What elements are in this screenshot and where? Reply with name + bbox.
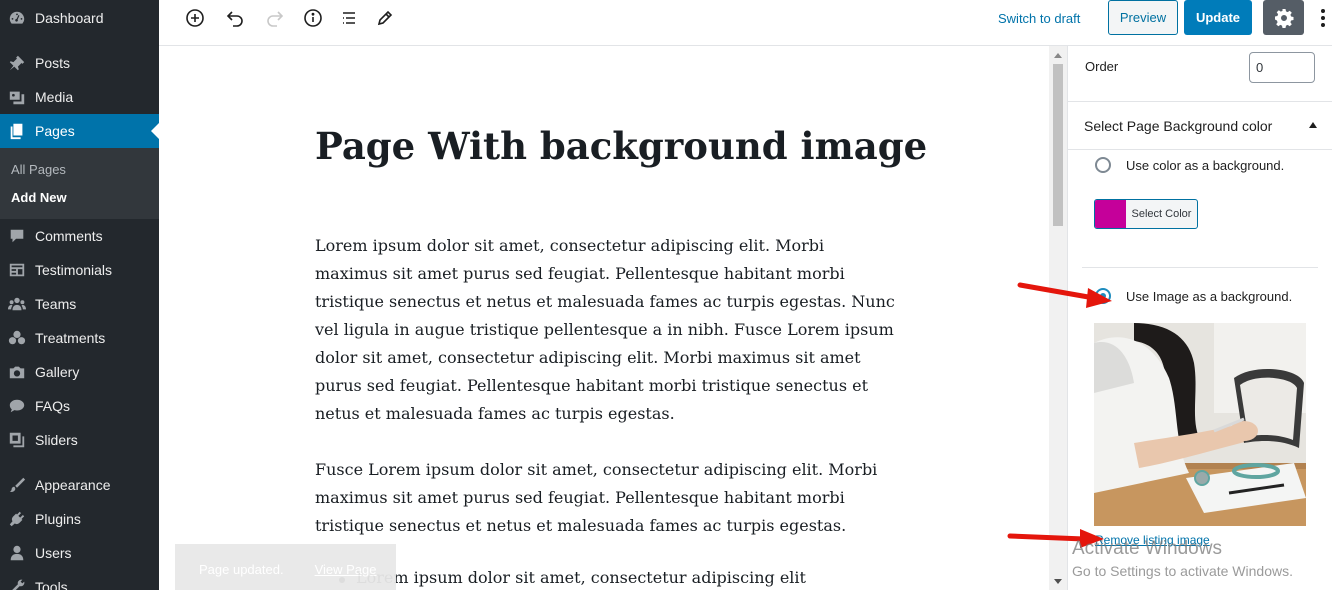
use-color-label: Use color as a background.	[1126, 158, 1285, 173]
editor-canvas: Page With background image Lorem ipsum d…	[159, 46, 1049, 590]
wrench-icon	[8, 578, 26, 590]
camera-icon	[8, 363, 26, 381]
sidebar-item-label: Media	[35, 89, 74, 105]
user-icon	[8, 544, 26, 562]
settings-gear-button[interactable]	[1263, 0, 1304, 35]
group-icon	[8, 295, 26, 313]
select-color-button[interactable]: Select Color	[1094, 199, 1198, 229]
select-color-label: Select Color	[1131, 208, 1192, 220]
list-view-icon[interactable]	[334, 6, 364, 30]
editor-scrollbar[interactable]	[1049, 46, 1067, 590]
sidebar-item-teams[interactable]: Teams	[0, 287, 159, 321]
caret-up-icon	[1309, 122, 1317, 128]
sidebar-item-label: Gallery	[35, 364, 80, 380]
snackbar-text: Page updated.	[199, 561, 284, 577]
add-block-icon[interactable]	[180, 6, 210, 30]
testimonial-icon	[8, 261, 26, 279]
sidebar-item-label: Comments	[35, 228, 103, 244]
annotation-arrow-icon	[1007, 529, 1104, 548]
gear-icon	[1274, 8, 1293, 28]
sidebar-item-faqs[interactable]: FAQs	[0, 389, 159, 423]
sidebar-item-media[interactable]: Media	[0, 80, 159, 114]
paragraph-block[interactable]: Fusce Lorem ipsum dolor sit amet, consec…	[315, 456, 895, 540]
dashboard-icon	[8, 9, 26, 27]
slides-icon	[8, 431, 26, 449]
sidebar-item-label: Sliders	[35, 432, 78, 448]
info-icon[interactable]	[298, 6, 328, 30]
redo-icon[interactable]	[260, 6, 290, 30]
list-item[interactable]: Lorem ipsum dolor sit amet, consectetur …	[356, 568, 806, 587]
divider	[1082, 267, 1318, 268]
treatment-icon	[8, 329, 26, 347]
scroll-up-arrow-icon[interactable]	[1054, 53, 1062, 58]
sidebar-item-label: Pages	[35, 123, 75, 139]
order-label: Order	[1085, 59, 1119, 74]
background-image-preview[interactable]	[1094, 323, 1306, 526]
view-page-link[interactable]: View Page	[315, 562, 377, 577]
sidebar-item-pages[interactable]: Pages	[0, 114, 159, 148]
color-swatch	[1095, 200, 1126, 228]
sidebar-item-users[interactable]: Users	[0, 536, 159, 570]
snackbar-notice: Page updated. View Page	[175, 544, 396, 590]
nurse-with-tablet-photo	[1094, 323, 1306, 526]
remove-listing-image-link[interactable]: Remove listing image	[1095, 533, 1210, 547]
sidebar-item-label: Appearance	[35, 477, 111, 493]
preview-button[interactable]: Preview	[1108, 0, 1178, 35]
undo-icon[interactable]	[220, 6, 250, 30]
sidebar-item-label: Users	[35, 545, 72, 561]
pages-submenu: All Pages Add New	[0, 148, 159, 219]
sidebar-item-label: Treatments	[35, 330, 106, 346]
brush-icon	[8, 476, 26, 494]
sidebar-item-label: Plugins	[35, 511, 81, 527]
use-image-label: Use Image as a background.	[1126, 289, 1293, 304]
submenu-add-new[interactable]: Add New	[11, 190, 67, 205]
sidebar-item-comments[interactable]: Comments	[0, 219, 159, 253]
sidebar-item-appearance[interactable]: Appearance	[0, 468, 159, 502]
comment-icon	[8, 227, 26, 245]
sidebar-item-testimonials[interactable]: Testimonials	[0, 253, 159, 287]
submenu-all-pages[interactable]: All Pages	[11, 162, 66, 177]
use-color-radio[interactable]	[1095, 157, 1111, 173]
sidebar-item-dashboard[interactable]: Dashboard	[0, 1, 159, 35]
sidebar-item-label: Posts	[35, 55, 71, 71]
sidebar-item-label: FAQs	[35, 398, 71, 414]
scrollbar-thumb[interactable]	[1053, 64, 1063, 226]
paragraph-block[interactable]: Lorem ipsum dolor sit amet, consectetur …	[315, 232, 895, 428]
annotation-arrow-icon	[1017, 282, 1112, 308]
order-input[interactable]	[1249, 52, 1315, 83]
background-section-toggle[interactable]: Select Page Background color	[1068, 101, 1332, 150]
sidebar-item-plugins[interactable]: Plugins	[0, 502, 159, 536]
editor-toolbar: Switch to draft Preview Update	[159, 0, 1332, 46]
post-title[interactable]: Page With background image	[315, 124, 927, 168]
admin-sidebar: Dashboard Posts Media Pages All Pages Ad…	[0, 0, 159, 590]
sidebar-item-tools[interactable]: Tools	[0, 570, 159, 590]
plug-icon	[8, 510, 26, 528]
switch-to-draft-link[interactable]: Switch to draft	[998, 11, 1080, 26]
background-section-title: Select Page Background color	[1084, 117, 1273, 134]
update-button[interactable]: Update	[1184, 0, 1252, 35]
faq-icon	[8, 397, 26, 415]
scroll-down-arrow-icon[interactable]	[1054, 579, 1062, 584]
more-options-icon[interactable]	[1316, 6, 1330, 30]
settings-sidebar: Order Select Page Background color Use c…	[1067, 46, 1332, 590]
sidebar-item-label: Dashboard	[35, 10, 104, 26]
sidebar-item-sliders[interactable]: Sliders	[0, 423, 159, 457]
pin-icon	[8, 54, 26, 72]
sidebar-item-label: Teams	[35, 296, 77, 312]
pages-icon	[8, 122, 26, 140]
sidebar-item-treatments[interactable]: Treatments	[0, 321, 159, 355]
media-icon	[8, 88, 26, 106]
sidebar-item-posts[interactable]: Posts	[0, 46, 159, 80]
sidebar-item-gallery[interactable]: Gallery	[0, 355, 159, 389]
edit-pencil-icon[interactable]	[370, 6, 400, 30]
sidebar-item-label: Tools	[35, 579, 68, 590]
sidebar-item-label: Testimonials	[35, 262, 113, 278]
